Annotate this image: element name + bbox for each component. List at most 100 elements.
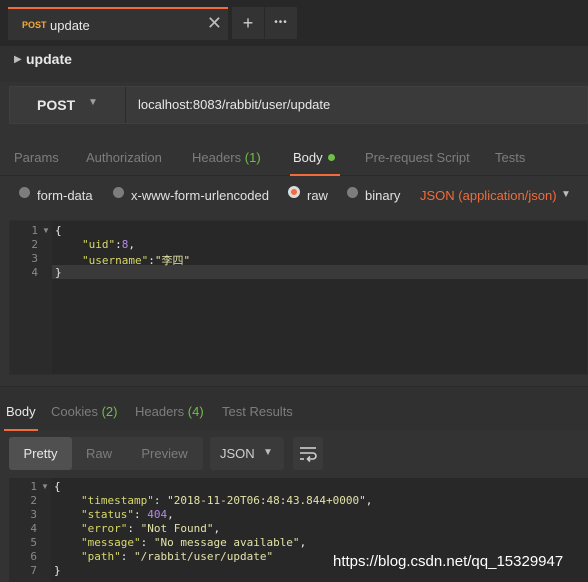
tab-body-label: Body bbox=[293, 150, 323, 165]
request-body-editor[interactable]: 1 2 3 4 ▼ { "uid":8, "username":"李四" } bbox=[9, 220, 588, 375]
request-tab[interactable]: POST update ✕ bbox=[8, 7, 228, 40]
body-type-selector: form-data x-www-form-urlencoded raw bina… bbox=[0, 178, 588, 214]
line-number: 2 bbox=[30, 494, 37, 507]
watermark: https://blog.csdn.net/qq_15329947 bbox=[333, 553, 564, 570]
tab-headers-label: Headers bbox=[192, 150, 242, 165]
line-number: 7 bbox=[30, 564, 37, 577]
code-line: "uid":8, bbox=[82, 238, 135, 251]
format-select[interactable]: JSON ▼ bbox=[210, 437, 284, 470]
more-icon: ••• bbox=[274, 17, 288, 28]
json-key: "path" bbox=[81, 550, 121, 563]
json-key: "status" bbox=[81, 508, 134, 521]
radio-urlencoded[interactable] bbox=[113, 187, 124, 198]
more-tabs-button[interactable]: ••• bbox=[265, 7, 297, 39]
tab-bar: POST update ✕ + ••• bbox=[0, 0, 588, 46]
json-string: "Not Found" bbox=[140, 522, 214, 535]
code-line: } bbox=[55, 266, 62, 279]
wrap-lines-button[interactable] bbox=[293, 437, 323, 470]
json-number: 404 bbox=[147, 508, 168, 521]
line-number: 3 bbox=[30, 508, 37, 521]
code-line: "status": 404, bbox=[81, 508, 174, 521]
raw-button[interactable]: Raw bbox=[72, 437, 126, 470]
tab-response-headers-label: Headers bbox=[135, 404, 185, 419]
json-key: "message" bbox=[81, 536, 141, 549]
code-line: "username":"李四" bbox=[82, 254, 191, 267]
add-tab-button[interactable]: + bbox=[232, 7, 264, 39]
radio-binary[interactable] bbox=[347, 187, 358, 198]
fold-icon[interactable]: ▼ bbox=[41, 482, 49, 491]
json-number: 8 bbox=[121, 238, 129, 251]
tab-name: update bbox=[50, 18, 90, 33]
url-input[interactable]: localhost:8083/rabbit/user/update bbox=[138, 97, 330, 112]
tab-pre-request-script[interactable]: Pre-request Script bbox=[365, 150, 470, 165]
content-type-select[interactable]: JSON (application/json) bbox=[420, 188, 557, 203]
code-line: } bbox=[54, 564, 61, 577]
code-line: { bbox=[54, 480, 61, 493]
response-toolbar: Pretty Raw Preview JSON ▼ bbox=[0, 436, 588, 472]
wrap-lines-icon bbox=[300, 447, 317, 463]
method-select[interactable]: POST ▼ bbox=[10, 87, 126, 123]
request-title[interactable]: update bbox=[26, 51, 72, 67]
view-mode-segmented: Pretty Raw Preview bbox=[9, 437, 203, 470]
json-string: "2018-11-20T06:48:43.844+0000" bbox=[167, 494, 366, 507]
tab-tests[interactable]: Tests bbox=[495, 150, 525, 165]
json-key: "timestamp" bbox=[81, 494, 154, 507]
line-number: 4 bbox=[30, 522, 37, 535]
tab-cookies-label: Cookies bbox=[51, 404, 98, 419]
code-line: "error": "Not Found", bbox=[81, 522, 221, 535]
preview-button[interactable]: Preview bbox=[126, 437, 203, 470]
line-number: 5 bbox=[30, 536, 37, 549]
tab-response-headers[interactable]: Headers (4) bbox=[135, 404, 204, 419]
tab-cookies-count: (2) bbox=[101, 404, 118, 419]
json-string: "No message available" bbox=[153, 536, 300, 549]
url-bar: POST ▼ localhost:8083/rabbit/user/update bbox=[9, 86, 588, 124]
caret-right-icon[interactable]: ▶ bbox=[14, 54, 22, 65]
radio-raw[interactable] bbox=[288, 186, 300, 198]
tab-test-results[interactable]: Test Results bbox=[222, 404, 293, 419]
raw-label[interactable]: raw bbox=[307, 188, 328, 203]
tab-cookies[interactable]: Cookies (2) bbox=[51, 404, 117, 419]
format-label: JSON bbox=[220, 446, 255, 461]
tab-response-body[interactable]: Body bbox=[6, 404, 36, 419]
line-number: 4 bbox=[31, 266, 38, 279]
response-tabs: Body Cookies (2) Headers (4) Test Result… bbox=[0, 386, 588, 431]
line-number: 1 bbox=[30, 480, 37, 493]
line-gutter: 1 2 3 4 5 6 7 ▼ bbox=[9, 478, 51, 582]
tab-response-headers-count: (4) bbox=[187, 404, 204, 419]
tab-headers-count: (1) bbox=[244, 150, 261, 165]
request-header: ▶ update bbox=[0, 46, 588, 82]
tab-method-badge: POST bbox=[22, 20, 47, 30]
json-string: "/rabbit/user/update" bbox=[134, 550, 274, 563]
code-line: "message": "No message available", bbox=[81, 536, 307, 549]
line-gutter: 1 2 3 4 ▼ bbox=[10, 221, 52, 374]
chevron-down-icon: ▼ bbox=[263, 447, 273, 458]
json-key: "uid" bbox=[82, 238, 116, 251]
tab-authorization[interactable]: Authorization bbox=[86, 150, 162, 165]
binary-label[interactable]: binary bbox=[365, 188, 400, 203]
tab-body[interactable]: Body bbox=[293, 150, 335, 165]
json-key: "username" bbox=[82, 254, 149, 267]
form-data-label[interactable]: form-data bbox=[37, 188, 93, 203]
line-number: 3 bbox=[31, 252, 38, 265]
code-line: "path": "/rabbit/user/update" bbox=[81, 550, 274, 563]
active-tab-underline bbox=[4, 429, 38, 431]
tab-params[interactable]: Params bbox=[14, 150, 59, 165]
fold-icon[interactable]: ▼ bbox=[42, 226, 50, 235]
request-tabs: Params Authorization Headers (1) Body Pr… bbox=[0, 140, 588, 176]
body-indicator-icon bbox=[327, 154, 335, 161]
chevron-down-icon: ▼ bbox=[88, 97, 98, 108]
chevron-down-icon[interactable]: ▼ bbox=[561, 189, 571, 200]
radio-form-data[interactable] bbox=[19, 187, 30, 198]
line-number: 1 bbox=[31, 224, 38, 237]
pretty-button[interactable]: Pretty bbox=[9, 437, 72, 470]
urlencoded-label[interactable]: x-www-form-urlencoded bbox=[131, 188, 269, 203]
tab-headers[interactable]: Headers (1) bbox=[192, 150, 261, 165]
plus-icon: + bbox=[242, 13, 254, 33]
code-line: "timestamp": "2018-11-20T06:48:43.844+00… bbox=[81, 494, 373, 507]
code-line: { bbox=[55, 224, 62, 237]
line-number: 2 bbox=[31, 238, 38, 251]
close-icon[interactable]: ✕ bbox=[207, 13, 222, 33]
line-number: 6 bbox=[30, 550, 37, 563]
json-key: "error" bbox=[81, 522, 128, 535]
json-string: "李四" bbox=[154, 254, 191, 267]
